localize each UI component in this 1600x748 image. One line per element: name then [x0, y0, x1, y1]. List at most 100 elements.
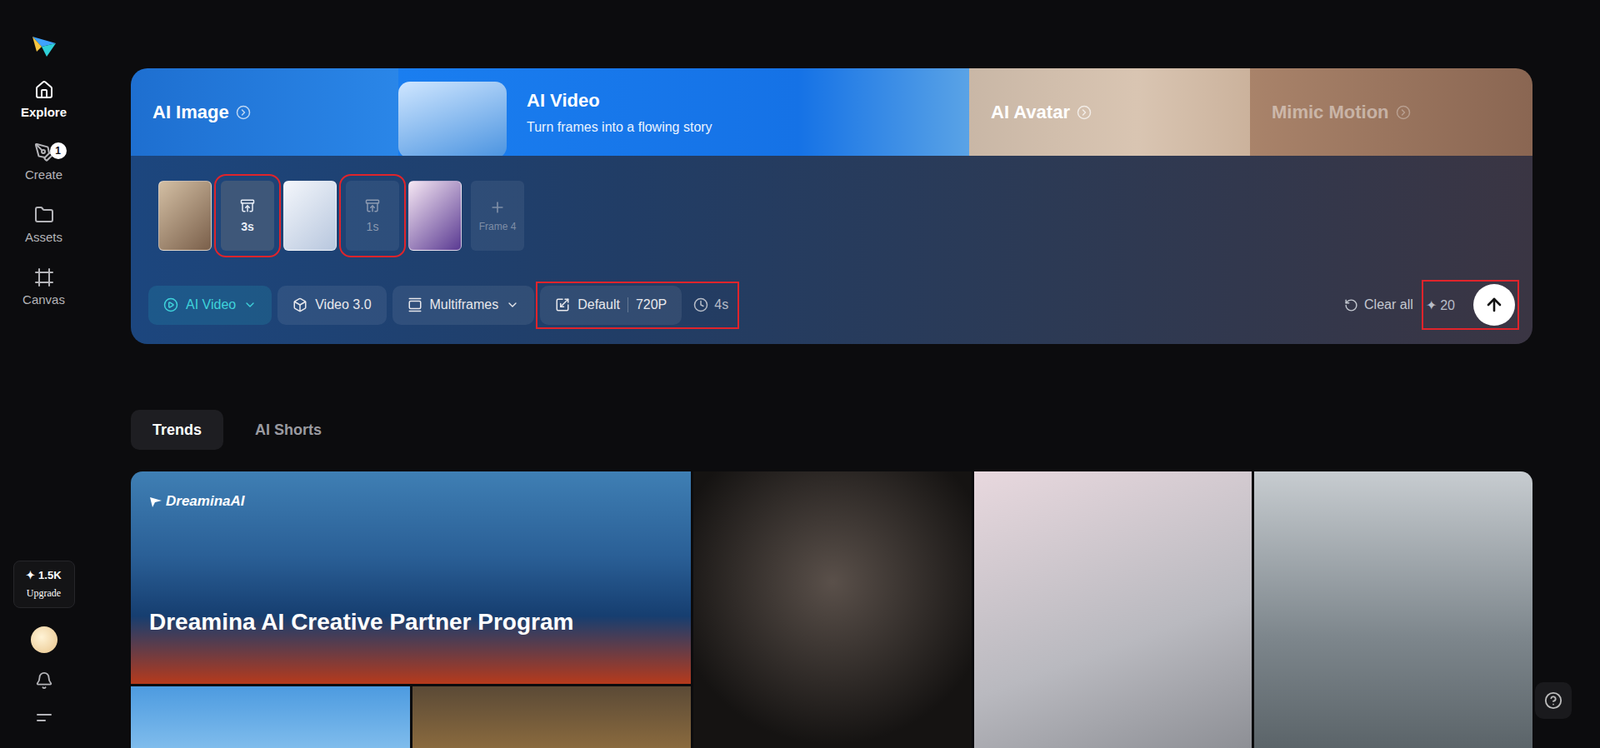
- dreamina-logo: DreaminaAI: [149, 493, 673, 510]
- duration-label: 1s: [366, 220, 380, 234]
- transition-duration[interactable]: 3s: [220, 180, 275, 251]
- frame-thumbnail[interactable]: [283, 180, 337, 251]
- add-frame-button[interactable]: Frame 4: [470, 180, 525, 251]
- gallery-card[interactable]: [412, 686, 692, 748]
- ratio-resolution-select[interactable]: Default 720P: [540, 285, 682, 325]
- feature-text: AI Video Turn frames into a flowing story: [526, 68, 713, 135]
- duration-label: 3s: [240, 220, 255, 234]
- feature-title: Mimic Motion: [1271, 101, 1411, 124]
- sidebar-item[interactable]: Explore: [6, 76, 82, 123]
- page: Explore 1 Create Assets Canvas ✦ 1.5K Upgrade A…: [0, 0, 1600, 748]
- feature-banner: AI Image AI Video Turn frames into a flowi…: [130, 68, 1533, 156]
- tab[interactable]: AI Shorts: [233, 410, 344, 450]
- submit-group: ✦ 20: [1425, 284, 1515, 326]
- ratio-label: Default: [577, 297, 620, 313]
- arrow-up-icon: [1484, 295, 1505, 315]
- sidebar: Explore 1 Create Assets Canvas ✦ 1.5K Upgrade: [0, 0, 88, 748]
- assets-icon: [34, 205, 55, 225]
- upgrade-button[interactable]: ✦ 1.5K Upgrade: [13, 560, 75, 609]
- add-frame-label: Frame 4: [479, 220, 517, 233]
- plus-icon: [489, 199, 506, 216]
- generator-panel: 3s1sFrame 4AI VideoVideo 3.0MultiframesD…: [130, 155, 1533, 345]
- feature-text: AI Avatar: [990, 101, 1092, 124]
- chevron-right-icon: [1395, 105, 1411, 120]
- gallery-card[interactable]: [974, 471, 1253, 748]
- gallery-card[interactable]: [1254, 471, 1533, 748]
- sidebar-label: Canvas: [22, 292, 65, 307]
- bell-icon: [35, 671, 54, 690]
- explore-icon: [34, 80, 55, 100]
- clock-icon: [693, 297, 709, 313]
- notification-badge: 1: [50, 142, 67, 160]
- upload-icon: [365, 198, 380, 214]
- frame-row: 3s 1s Frame 4: [148, 180, 1515, 251]
- gallery-subrow: [130, 686, 691, 748]
- sidebar-top: Explore 1 Create Assets Canvas: [6, 31, 82, 310]
- transition-duration[interactable]: 1s: [345, 180, 400, 251]
- star-logo-icon: [149, 495, 163, 509]
- duration-label: 4s: [714, 297, 729, 313]
- tab[interactable]: Trends: [130, 410, 224, 450]
- model-icon: [292, 297, 308, 313]
- clear-all-label: Clear all: [1364, 297, 1414, 313]
- clear-all-button[interactable]: Clear all: [1344, 297, 1420, 313]
- feature-tab[interactable]: AI Avatar: [969, 68, 1250, 156]
- resolution-label: 720P: [635, 297, 667, 313]
- feature-tab[interactable]: AI Video Turn frames into a flowing story: [398, 68, 970, 156]
- chevron-right-icon: [1076, 105, 1092, 120]
- sidebar-item[interactable]: 1 Create: [6, 139, 82, 185]
- feature-title: AI Image: [152, 101, 251, 124]
- dreamina-logo-icon[interactable]: [30, 31, 59, 60]
- notifications-button[interactable]: [35, 671, 54, 690]
- user-avatar[interactable]: [30, 626, 58, 654]
- feature-text: AI Image: [152, 101, 251, 124]
- frames-icon: [407, 297, 423, 313]
- feature-title: AI Video: [526, 90, 713, 112]
- help-icon: [1544, 691, 1563, 710]
- help-button[interactable]: [1535, 682, 1572, 720]
- chevron-down-icon: [505, 298, 520, 312]
- sidebar-item[interactable]: Canvas: [6, 264, 82, 310]
- sidebar-label: Explore: [20, 105, 67, 120]
- feature-art: [398, 81, 507, 156]
- featured-card[interactable]: DreaminaAI Dreamina AI Creative Partner P…: [130, 471, 691, 685]
- sidebar-label: Create: [25, 167, 63, 182]
- frame-thumbnail[interactable]: [408, 180, 462, 251]
- generate-button[interactable]: [1473, 284, 1515, 326]
- upload-icon: [240, 198, 255, 214]
- model-select[interactable]: Video 3.0: [277, 285, 386, 325]
- feature-title: AI Avatar: [990, 101, 1092, 124]
- sidebar-bottom: ✦ 1.5K Upgrade: [13, 560, 75, 727]
- gallery-card[interactable]: [130, 686, 410, 748]
- menu-button[interactable]: [35, 708, 54, 727]
- upgrade-label: Upgrade: [26, 587, 61, 600]
- menu-icon: [35, 708, 54, 727]
- canvas-icon: [34, 267, 55, 288]
- mode-select[interactable]: AI Video: [148, 285, 272, 325]
- feature-tab[interactable]: AI Image: [130, 68, 399, 156]
- duration-select[interactable]: 4s: [693, 297, 735, 313]
- sidebar-item[interactable]: Assets: [6, 201, 82, 248]
- chevron-down-icon: [243, 298, 257, 312]
- sidebar-label: Assets: [25, 230, 63, 245]
- feature-subtitle: Turn frames into a flowing story: [526, 120, 713, 135]
- ratio-icon: [555, 297, 570, 313]
- video-icon: [163, 297, 179, 313]
- featured-title: Dreamina AI Creative Partner Program: [149, 609, 673, 636]
- credit-amount: ✦ 1.5K: [25, 569, 61, 582]
- mode-label: AI Video: [185, 297, 236, 313]
- reset-icon: [1344, 298, 1359, 313]
- tab-row: TrendsAI Shorts: [130, 410, 1533, 450]
- cost-label: ✦ 20: [1425, 297, 1462, 314]
- main: AI Image AI Video Turn frames into a flowi…: [87, 0, 1600, 748]
- frame-thumbnail[interactable]: [158, 180, 212, 251]
- divider: [627, 297, 629, 313]
- toolbar: AI Video Video 3.0 Multiframes Default 720P 4…: [148, 284, 1515, 326]
- settings-group: Default 720P 4s: [540, 285, 735, 325]
- frames-mode-select[interactable]: Multiframes: [392, 285, 535, 325]
- chevron-right-icon: [235, 105, 251, 120]
- model-label: Video 3.0: [315, 297, 371, 313]
- gallery-card[interactable]: [693, 471, 972, 748]
- gallery: DreaminaAI Dreamina AI Creative Partner P…: [130, 471, 1533, 748]
- feature-tab[interactable]: Mimic Motion: [1250, 68, 1533, 156]
